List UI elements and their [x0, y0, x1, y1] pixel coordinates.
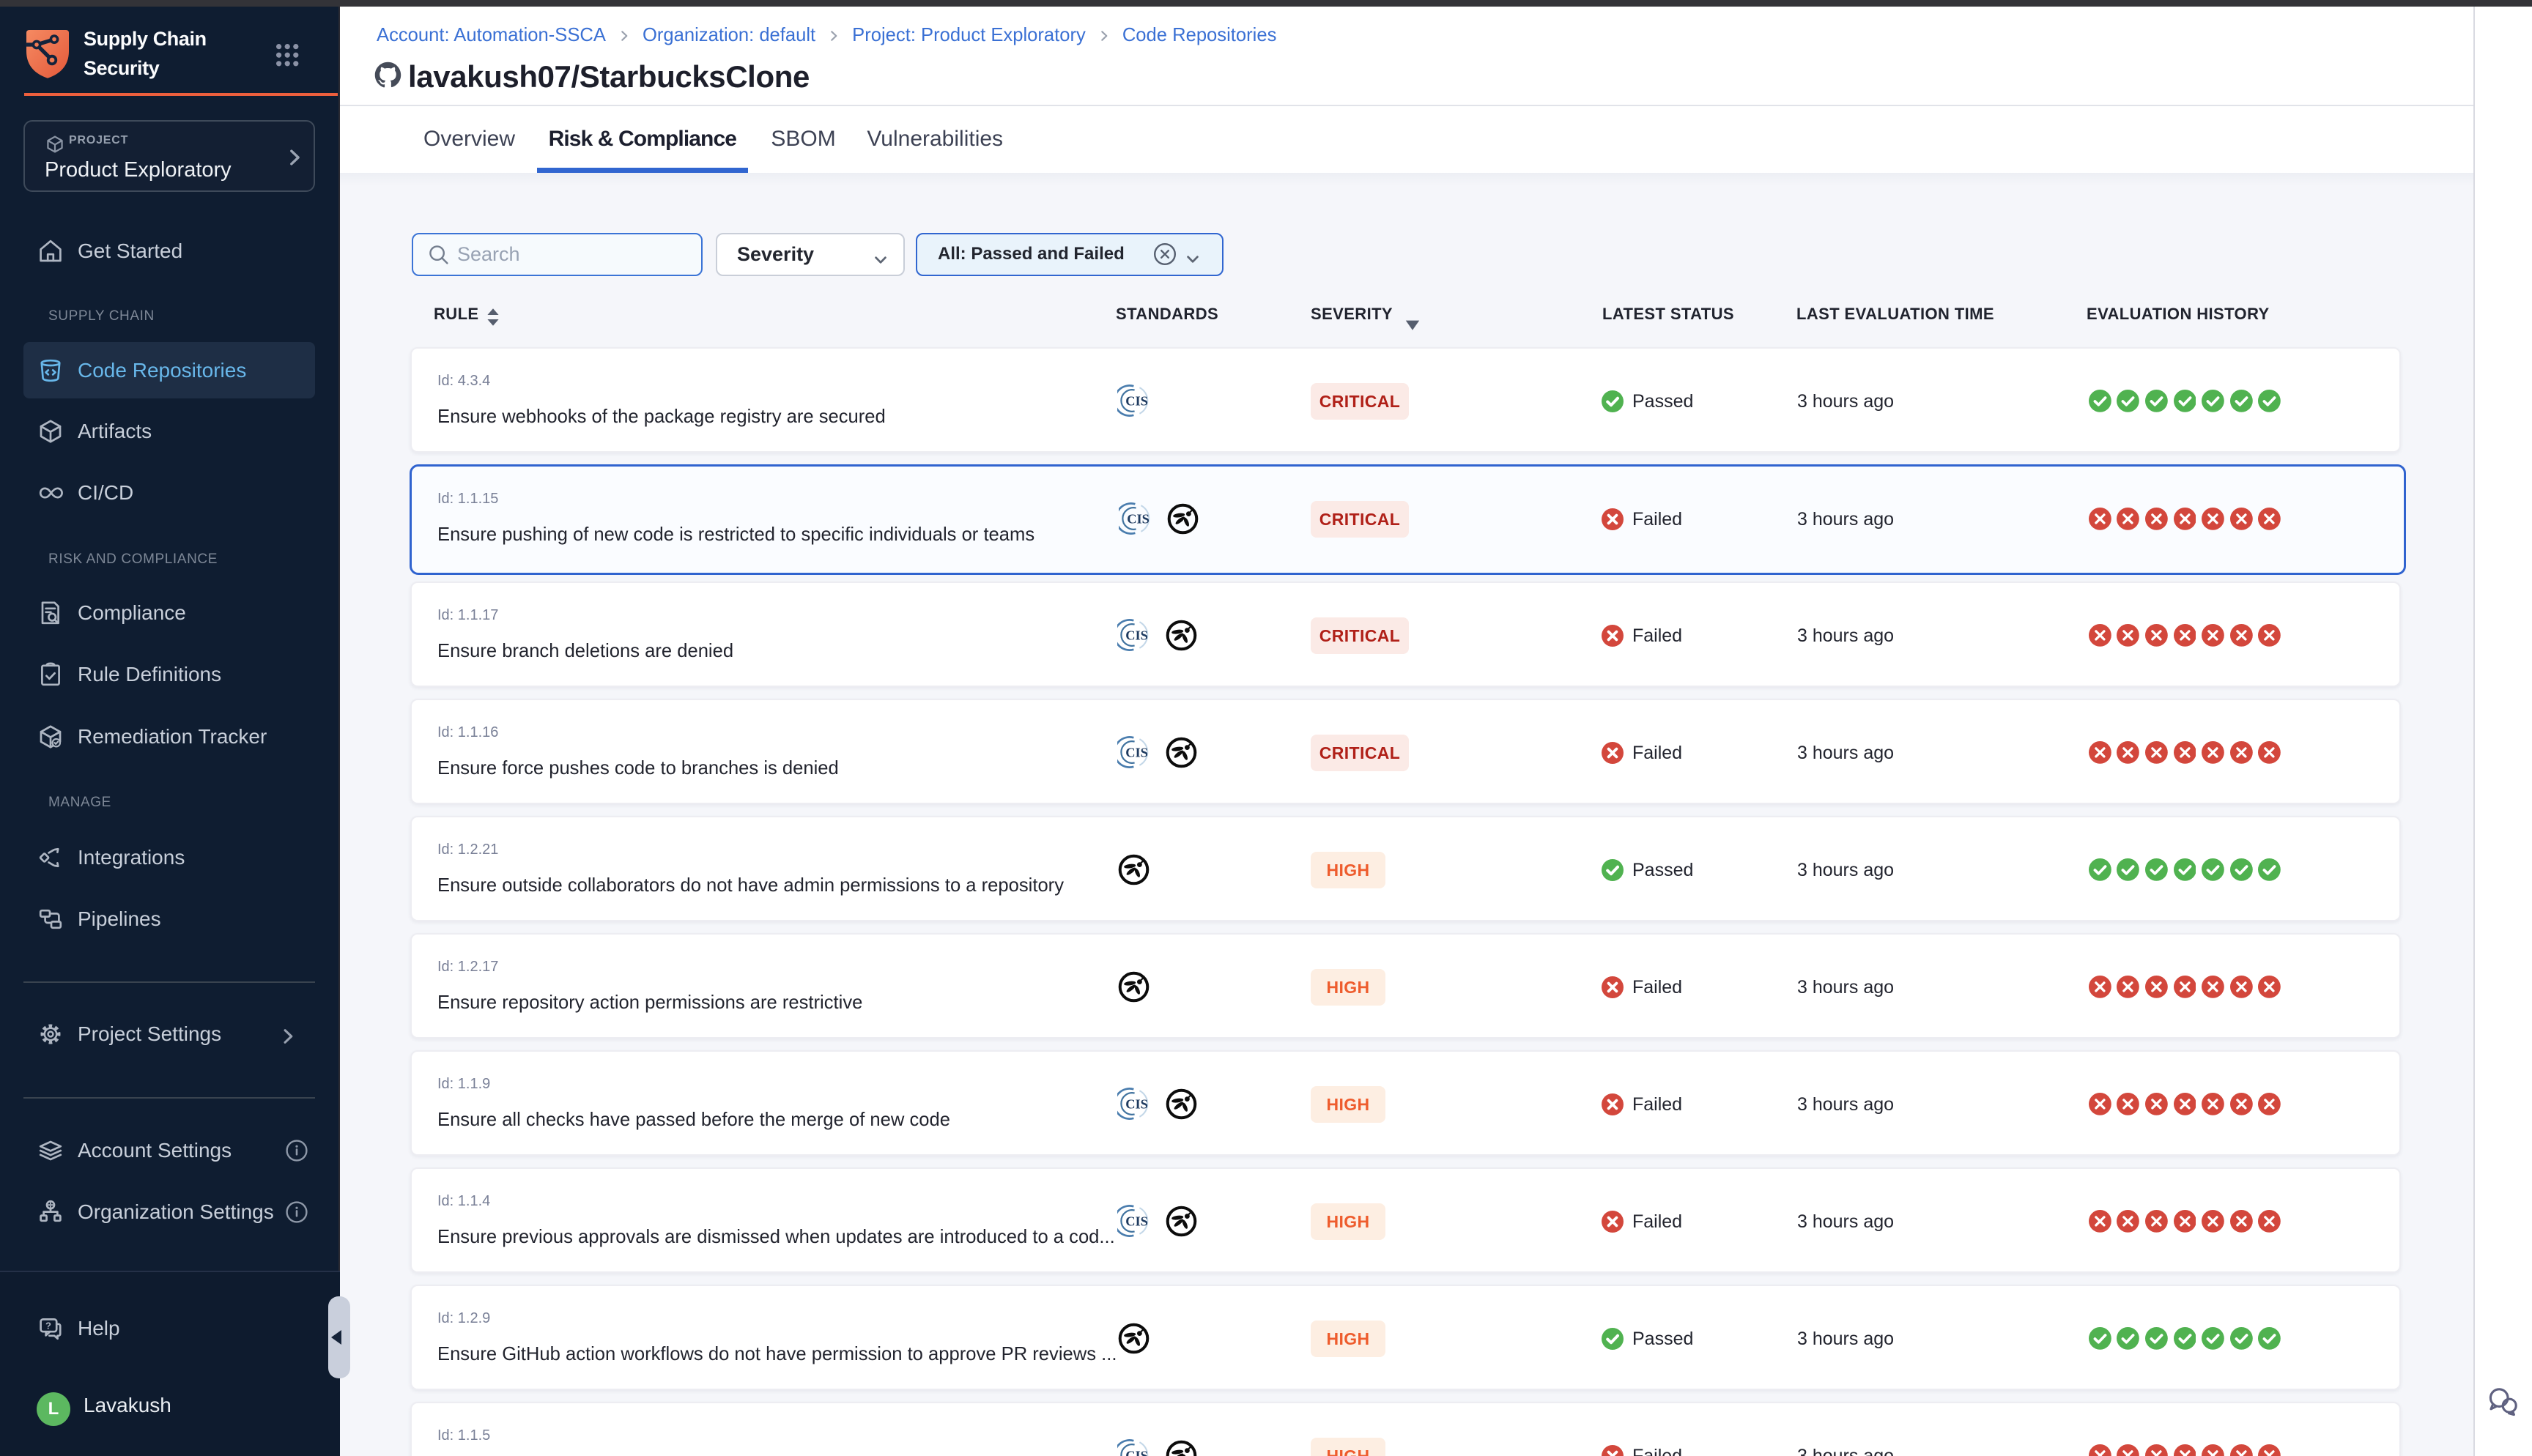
svg-text:?: ?	[45, 1320, 51, 1331]
svg-text:CIS: CIS	[1125, 393, 1148, 408]
svg-text:CIS: CIS	[1127, 511, 1150, 526]
svg-text:CIS: CIS	[1125, 1214, 1148, 1228]
svg-text:CIS: CIS	[1125, 1448, 1148, 1456]
svg-text:CIS: CIS	[1125, 745, 1148, 759]
svg-text:CIS: CIS	[1125, 1096, 1148, 1111]
svg-text:CIS: CIS	[1125, 628, 1148, 642]
